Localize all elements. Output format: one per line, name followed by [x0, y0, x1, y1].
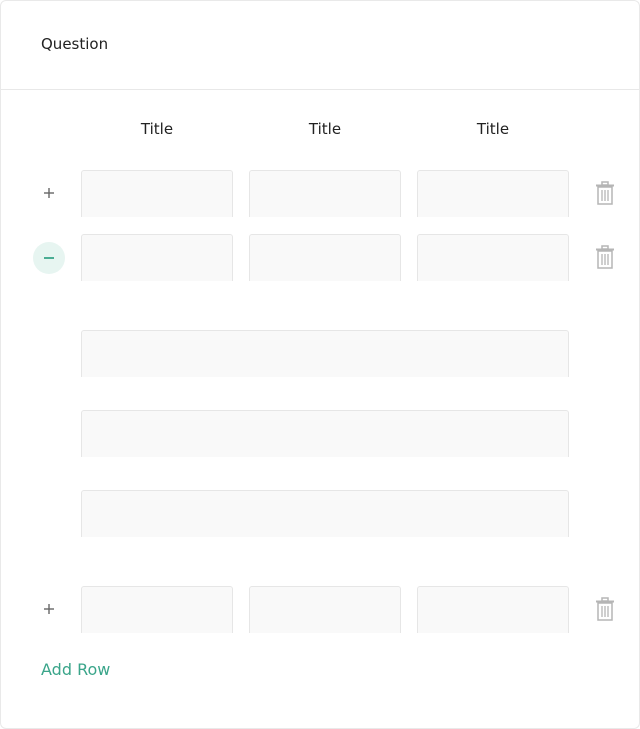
row-1-cell-2[interactable] [249, 170, 401, 217]
column-title-2: Title [308, 120, 342, 138]
row-2-detail-field-2[interactable] [81, 410, 569, 457]
question-title: Question [41, 35, 109, 53]
expand-row-1-button[interactable] [33, 177, 65, 209]
card-header: Question [1, 1, 639, 90]
plus-icon [44, 188, 54, 198]
delete-row-3-button[interactable] [593, 596, 617, 622]
delete-row-2-button[interactable] [593, 244, 617, 270]
trash-icon [596, 181, 614, 205]
question-card: Question Title Title Title Add Row [0, 0, 640, 729]
row-2-cell-3[interactable] [417, 234, 569, 281]
trash-icon [596, 597, 614, 621]
row-1-cell-3[interactable] [417, 170, 569, 217]
collapse-row-2-button[interactable] [33, 242, 65, 274]
row-3-cell-1[interactable] [81, 586, 233, 633]
row-3-cell-2[interactable] [249, 586, 401, 633]
row-1-cell-1[interactable] [81, 170, 233, 217]
expand-row-3-button[interactable] [33, 593, 65, 625]
delete-row-1-button[interactable] [593, 180, 617, 206]
row-2-cell-2[interactable] [249, 234, 401, 281]
plus-icon [44, 604, 54, 614]
row-2-detail-field-3[interactable] [81, 490, 569, 537]
add-row-button[interactable]: Add Row [41, 659, 110, 681]
row-3-cell-3[interactable] [417, 586, 569, 633]
row-2-detail-field-1[interactable] [81, 330, 569, 377]
column-title-3: Title [476, 120, 510, 138]
trash-icon [596, 245, 614, 269]
column-title-1: Title [140, 120, 174, 138]
row-2-cell-1[interactable] [81, 234, 233, 281]
minus-icon [44, 257, 54, 259]
